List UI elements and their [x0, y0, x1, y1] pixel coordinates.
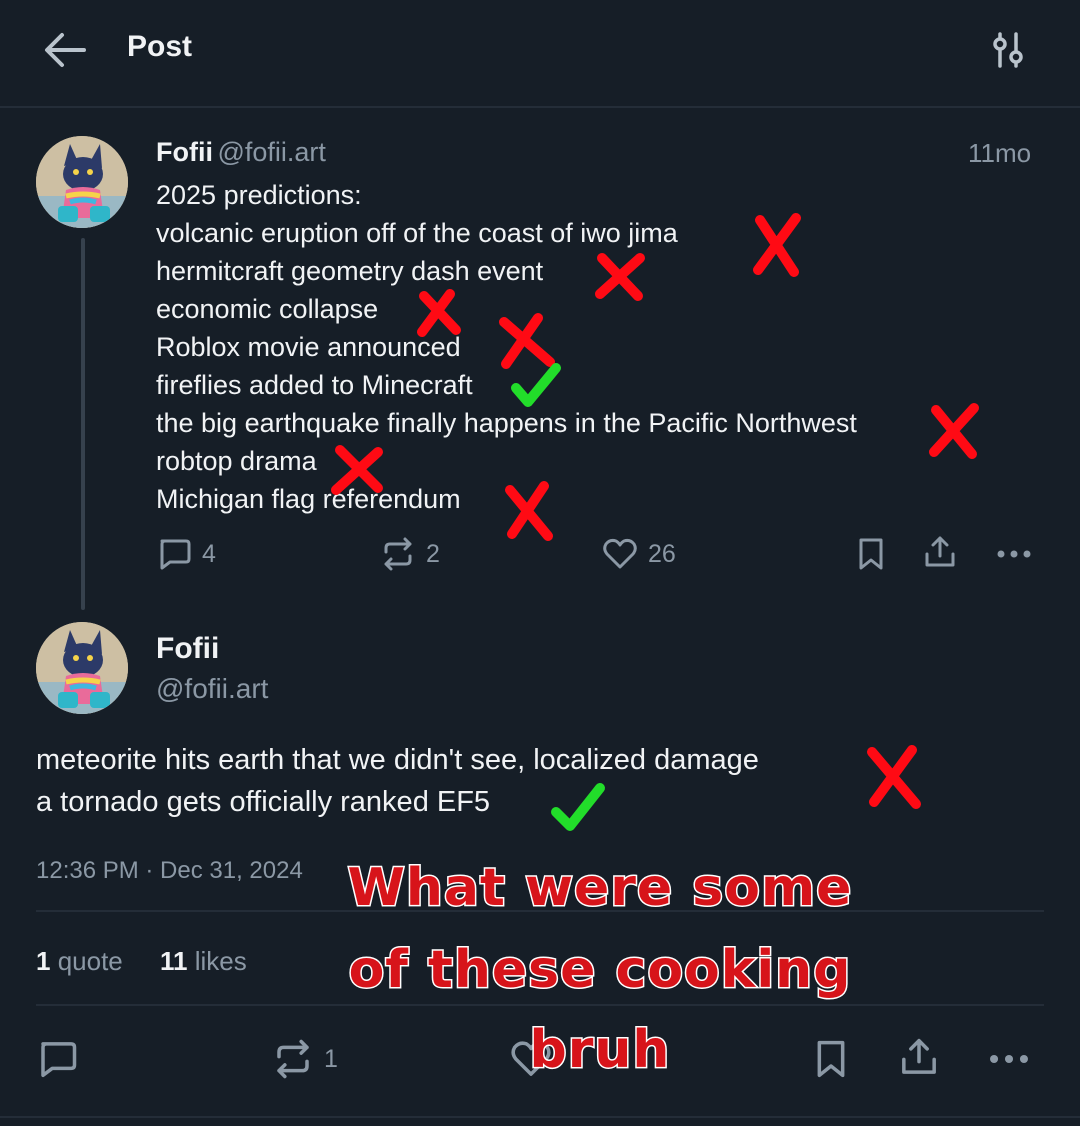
page-title: Post	[127, 30, 193, 63]
feed-settings-button[interactable]	[988, 30, 1028, 70]
share-button[interactable]	[898, 1036, 940, 1078]
post-text-line: economic collapse	[156, 294, 379, 324]
reply-button[interactable]	[36, 1038, 78, 1080]
reply-text-line: a tornado gets officially ranked EF5	[36, 786, 491, 818]
share-icon	[925, 536, 955, 567]
quotes-count: 1	[36, 946, 51, 976]
reply-text-line: meteorite hits earth that we didn't see,…	[36, 744, 759, 776]
bookmark-button[interactable]	[855, 536, 887, 572]
more-button[interactable]	[986, 1038, 1032, 1080]
red-cross-mark	[417, 289, 461, 337]
sliders-icon	[993, 32, 1023, 68]
heart-icon	[603, 538, 637, 569]
likes-count: 11	[160, 946, 188, 976]
header-divider	[0, 106, 1080, 108]
bookmark-icon	[859, 538, 883, 570]
likes-label: likes	[194, 946, 247, 976]
speech-bubble-icon	[41, 1042, 77, 1078]
avatar-cat-art	[36, 136, 128, 228]
post-text-line: 2025 predictions:	[156, 180, 362, 210]
back-button[interactable]	[40, 28, 90, 72]
thread-connector	[81, 238, 85, 610]
green-check-mark	[511, 363, 561, 407]
share-icon	[902, 1038, 936, 1074]
quotes-stat[interactable]: 1 quote	[36, 946, 130, 976]
arrow-left-icon	[45, 33, 86, 67]
repost-icon	[384, 537, 412, 571]
post-author[interactable]: Fofii @fofii.art	[156, 137, 326, 168]
ellipsis-icon	[997, 550, 1031, 558]
avatar[interactable]	[36, 136, 128, 228]
speech-bubble-icon	[160, 539, 191, 570]
reply-button[interactable]: 4	[156, 536, 216, 572]
avatar-cat-art	[36, 622, 128, 714]
ellipsis-icon	[990, 1054, 1028, 1064]
likes-stat[interactable]: 11 likes	[160, 946, 247, 976]
post-text-line: the big earthquake finally happens in th…	[156, 408, 857, 438]
post-text-line: robtop drama	[156, 446, 317, 476]
post-text-line: Michigan flag referendum	[156, 484, 461, 514]
red-cross-mark	[867, 745, 921, 809]
quotes-label: quote	[57, 946, 123, 976]
more-button[interactable]	[994, 536, 1034, 572]
red-cross-mark	[505, 481, 553, 541]
meme-caption-line: bruh	[528, 1020, 671, 1080]
author-handle: @fofii.art	[217, 137, 326, 167]
post-text-line: hermitcraft geometry dash event	[156, 256, 544, 286]
repost-button[interactable]: 2	[380, 536, 440, 572]
meme-caption-line: of these cooking	[347, 940, 852, 1000]
post-stats: 1 quote 11 likes	[36, 946, 247, 977]
green-check-mark	[551, 783, 605, 831]
red-cross-mark	[929, 403, 979, 459]
meme-caption-line: What were some	[346, 858, 853, 918]
red-cross-mark	[753, 213, 801, 277]
stats-divider	[36, 1004, 1044, 1006]
red-cross-mark	[595, 253, 645, 301]
post-text-line: fireflies added to Minecraft	[156, 370, 473, 400]
like-button[interactable]: 26	[602, 536, 676, 572]
author-name: Fofii	[156, 137, 213, 167]
author-handle[interactable]: @fofii.art	[156, 673, 268, 705]
reply-count: 4	[202, 539, 216, 568]
red-cross-mark	[331, 445, 383, 495]
post-timestamp[interactable]: 12:36 PM · Dec 31, 2024	[36, 857, 303, 885]
share-button[interactable]	[922, 534, 958, 570]
post-text-line: volcanic eruption off of the coast of iw…	[156, 218, 678, 248]
avatar[interactable]	[36, 622, 128, 714]
author-name[interactable]: Fofii	[156, 632, 219, 666]
bottom-divider	[0, 1116, 1080, 1118]
post-time: 11mo	[968, 138, 1032, 168]
repost-count: 2	[426, 539, 440, 568]
like-count: 26	[648, 539, 676, 568]
